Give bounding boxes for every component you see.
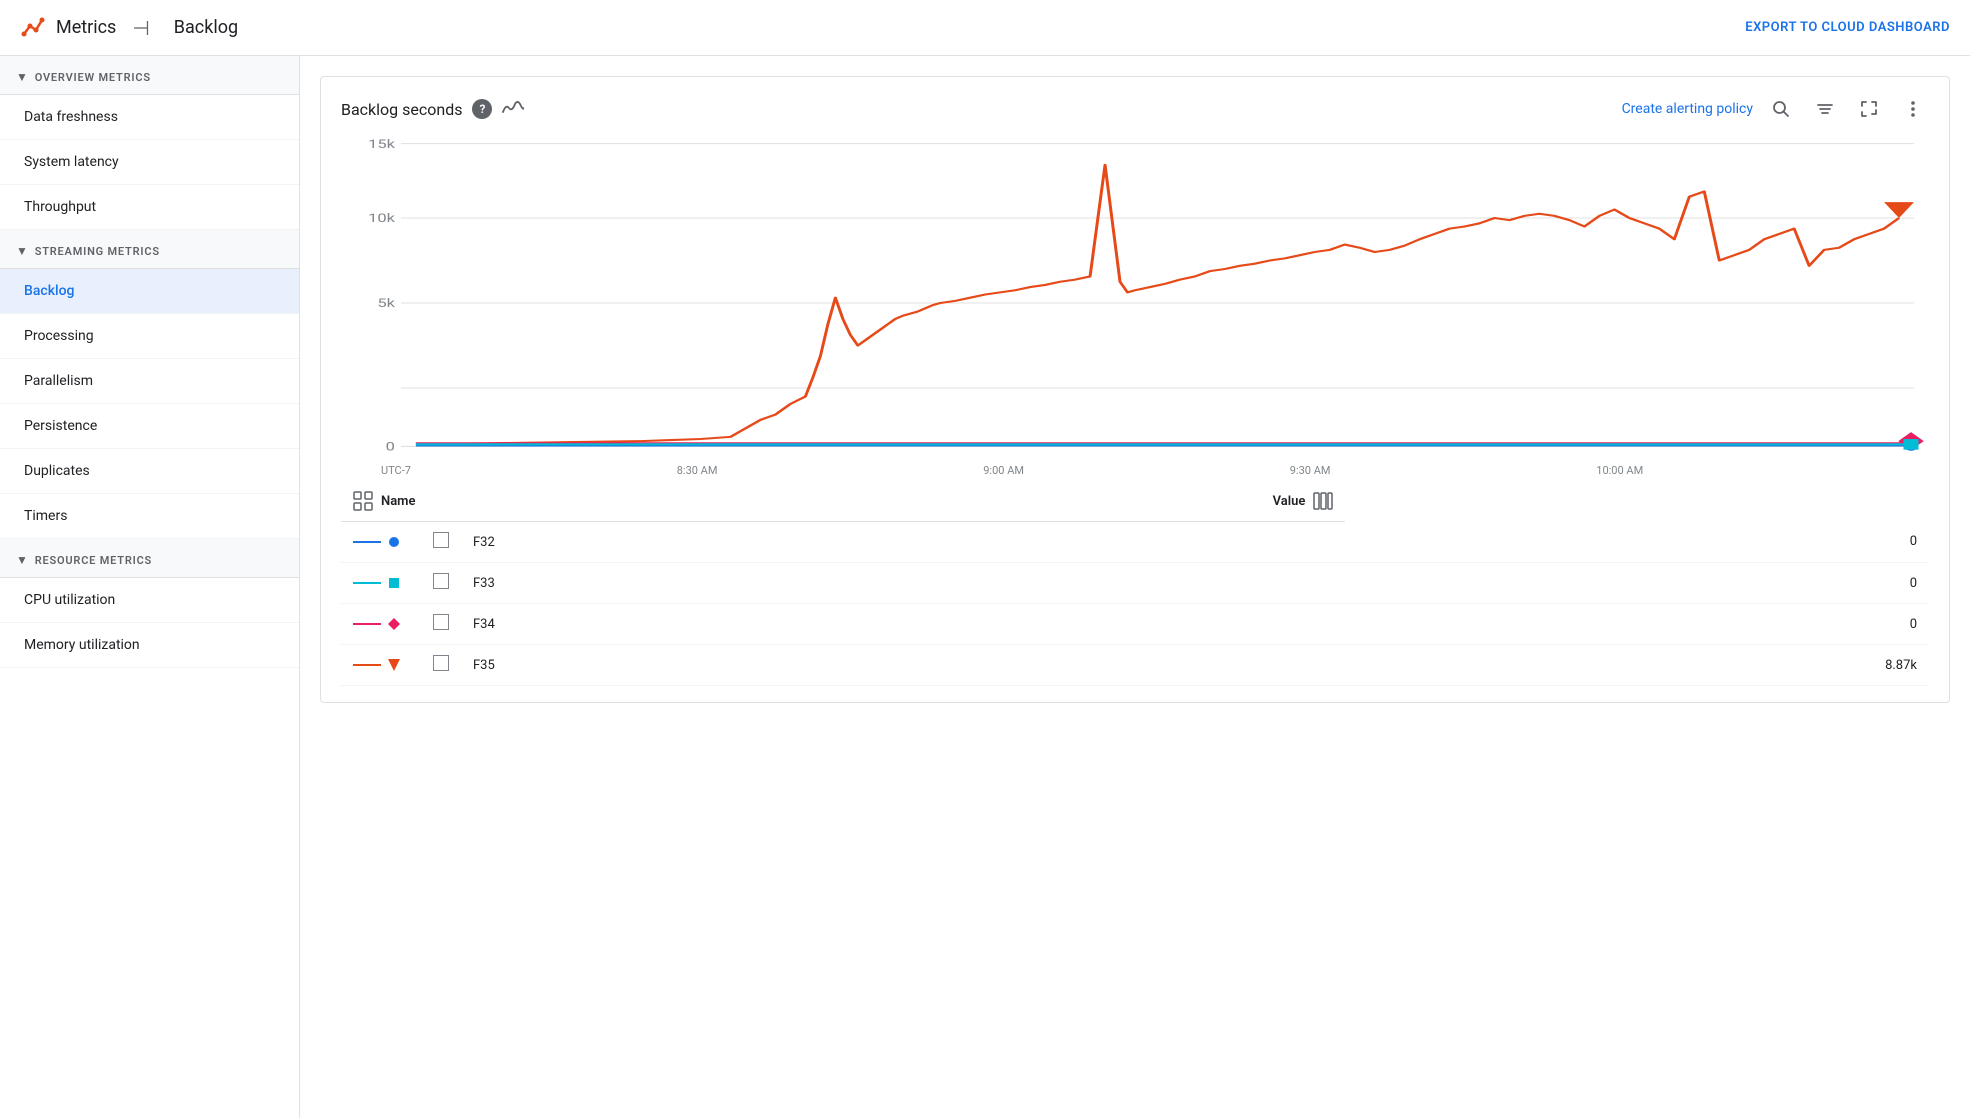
sidebar-item-memory-label: Memory utilization (24, 637, 140, 653)
legend-row: F358.87k (341, 645, 1929, 686)
sidebar-section-overview-label: OVERVIEW METRICS (35, 71, 151, 84)
sidebar-item-parallelism-label: Parallelism (24, 373, 93, 389)
sidebar-item-cpu-utilization[interactable]: CPU utilization (0, 578, 299, 623)
chevron-resource-icon: ▼ (16, 553, 29, 567)
content-area: Backlog seconds ? Create alerting policy (300, 56, 1970, 1118)
chevron-streaming-icon: ▼ (16, 244, 29, 258)
chart-actions: Create alerting policy (1622, 93, 1929, 125)
chart-header: Backlog seconds ? Create alerting policy (341, 93, 1929, 125)
sidebar-item-memory-utilization[interactable]: Memory utilization (0, 623, 299, 668)
x-label-900: 9:00 AM (983, 464, 1024, 477)
x-label-830: 8:30 AM (677, 464, 718, 477)
main-layout: ▼ OVERVIEW METRICS Data freshness System… (0, 56, 1970, 1118)
sidebar-item-processing[interactable]: Processing (0, 314, 299, 359)
sidebar-section-streaming[interactable]: ▼ STREAMING METRICS (0, 230, 299, 269)
chart-type-icon[interactable] (502, 98, 524, 121)
legend-value-F32: 0 (1345, 522, 1929, 563)
legend-indicator-F33 (353, 576, 409, 590)
legend-indicator-F32 (353, 535, 409, 549)
legend-name-header: Name (353, 491, 449, 511)
app-title: Metrics (56, 17, 116, 38)
sidebar-section-resource-label: RESOURCE METRICS (35, 554, 152, 567)
grid-icon (353, 491, 373, 511)
sidebar-item-data-freshness[interactable]: Data freshness (0, 95, 299, 140)
sidebar-item-duplicates-label: Duplicates (24, 463, 90, 479)
filter-icon-button[interactable] (1809, 93, 1841, 125)
chart-title-group: Backlog seconds ? (341, 98, 524, 121)
legend-checkbox-F35[interactable] (433, 655, 449, 671)
sidebar-item-parallelism[interactable]: Parallelism (0, 359, 299, 404)
x-label-1000: 10:00 AM (1596, 464, 1643, 477)
sidebar-item-cpu-label: CPU utilization (24, 592, 115, 608)
sidebar: ▼ OVERVIEW METRICS Data freshness System… (0, 56, 300, 1118)
sidebar-item-data-freshness-label: Data freshness (24, 109, 118, 125)
app-logo: Metrics (20, 14, 116, 42)
svg-text:10k: 10k (368, 212, 396, 225)
legend-value-F35: 8.87k (1345, 645, 1929, 686)
sidebar-item-throughput[interactable]: Throughput (0, 185, 299, 230)
legend-checkbox-F32[interactable] (433, 532, 449, 548)
more-options-button[interactable] (1897, 93, 1929, 125)
columns-icon[interactable] (1313, 491, 1333, 511)
svg-text:15k: 15k (368, 138, 396, 151)
chart-card: Backlog seconds ? Create alerting policy (320, 76, 1950, 703)
export-to-cloud-dashboard-link[interactable]: EXPORT TO CLOUD DASHBOARD (1745, 20, 1950, 35)
chevron-overview-icon: ▼ (16, 70, 29, 84)
page-title: Backlog (154, 17, 1745, 38)
header-left: Metrics ⊣ (20, 12, 154, 44)
legend-table: Name Value (341, 481, 1929, 686)
sidebar-item-timers-label: Timers (24, 508, 67, 524)
sidebar-item-throughput-label: Throughput (24, 199, 96, 215)
sidebar-item-processing-label: Processing (24, 328, 94, 344)
sidebar-section-overview[interactable]: ▼ OVERVIEW METRICS (0, 56, 299, 95)
legend-row: F330 (341, 563, 1929, 604)
legend-indicator-F35 (353, 658, 409, 672)
legend-name-col-label: Name (381, 494, 415, 509)
legend-name-F34: F34 (461, 604, 1345, 645)
legend-value-F33: 0 (1345, 563, 1929, 604)
chart-svg: 15k 10k 5k 0 (341, 133, 1929, 473)
app-logo-icon (20, 14, 48, 42)
legend-row: F320 (341, 522, 1929, 563)
search-icon-button[interactable] (1765, 93, 1797, 125)
svg-text:0: 0 (386, 441, 395, 454)
sidebar-item-backlog[interactable]: Backlog (0, 269, 299, 314)
help-icon[interactable]: ? (472, 99, 492, 119)
legend-value-label: Value (1273, 494, 1306, 509)
fullscreen-icon-button[interactable] (1853, 93, 1885, 125)
sidebar-section-streaming-label: STREAMING METRICS (35, 245, 160, 258)
legend-name-F35: F35 (461, 645, 1345, 686)
sidebar-item-persistence[interactable]: Persistence (0, 404, 299, 449)
sidebar-item-backlog-label: Backlog (24, 283, 74, 299)
legend-value-F34: 0 (1345, 604, 1929, 645)
sidebar-item-system-latency-label: System latency (24, 154, 119, 170)
sidebar-item-duplicates[interactable]: Duplicates (0, 449, 299, 494)
collapse-sidebar-button[interactable]: ⊣ (128, 12, 153, 44)
x-label-930: 9:30 AM (1290, 464, 1331, 477)
sidebar-item-persistence-label: Persistence (24, 418, 97, 434)
chart-wrapper: 15k 10k 5k 0 (341, 133, 1929, 473)
legend-name-F33: F33 (461, 563, 1345, 604)
legend-checkbox-F33[interactable] (433, 573, 449, 589)
sidebar-item-system-latency[interactable]: System latency (0, 140, 299, 185)
legend-name-F32: F32 (461, 522, 1345, 563)
legend-value-col-header: Value (461, 481, 1345, 522)
x-label-utc7: UTC-7 (381, 464, 411, 477)
legend-checkbox-F34[interactable] (433, 614, 449, 630)
sidebar-section-resource[interactable]: ▼ RESOURCE METRICS (0, 539, 299, 578)
top-header: Metrics ⊣ Backlog EXPORT TO CLOUD DASHBO… (0, 0, 1970, 56)
legend-row: F340 (341, 604, 1929, 645)
legend-indicator-F34 (353, 617, 409, 631)
chart-title: Backlog seconds (341, 100, 462, 119)
create-alert-policy-link[interactable]: Create alerting policy (1622, 101, 1753, 117)
sidebar-item-timers[interactable]: Timers (0, 494, 299, 539)
svg-text:5k: 5k (377, 297, 395, 310)
